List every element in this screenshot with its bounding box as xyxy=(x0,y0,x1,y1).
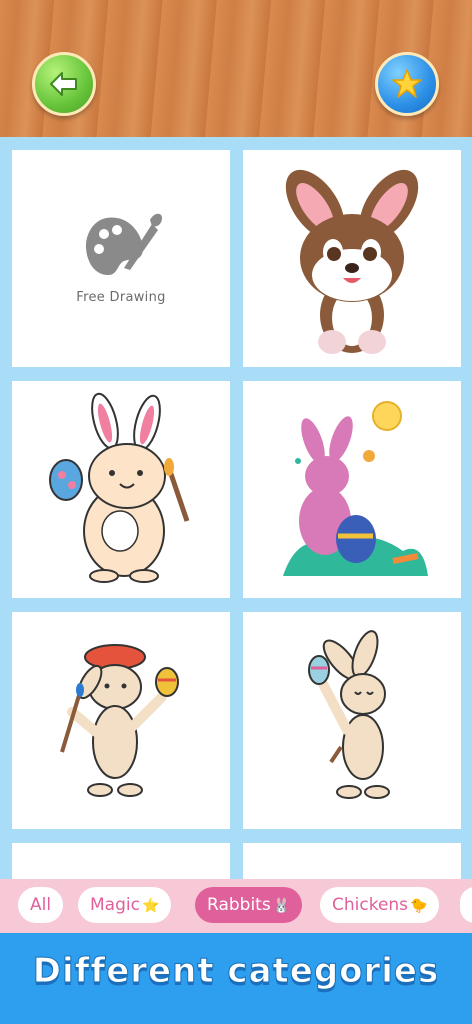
promo-footer: Different categories xyxy=(0,933,472,1024)
pink-bunny-egg-image xyxy=(283,401,428,576)
category-chip-chickens[interactable]: Chickens 🐤 xyxy=(320,887,440,923)
footer-title: Different categories xyxy=(32,951,440,992)
category-chip-rabbits[interactable]: Rabbits 🐰 xyxy=(195,887,303,923)
category-bar: All Magic ⭐ Rabbits 🐰 Chickens 🐤 xyxy=(0,879,472,933)
category-chip-label: All xyxy=(30,895,52,915)
free-drawing-label: Free Drawing xyxy=(76,290,166,305)
bunny-holding-egg-card[interactable] xyxy=(243,612,461,829)
magic-star-button[interactable] xyxy=(375,52,439,116)
category-chip-all[interactable]: All xyxy=(18,887,64,923)
bunny-painter-card[interactable] xyxy=(12,612,230,829)
brown-bunny-card[interactable] xyxy=(243,150,461,367)
wood-header xyxy=(0,0,472,137)
category-chip-more[interactable] xyxy=(460,887,472,923)
chick-icon: 🐤 xyxy=(410,898,428,914)
category-chip-label: Rabbits xyxy=(207,895,271,915)
bunny-painter-image xyxy=(60,644,179,797)
bunny-egg-brush-card[interactable] xyxy=(12,381,230,598)
brown-bunny-image xyxy=(285,169,419,354)
bunny-holding-egg-image xyxy=(308,630,390,799)
back-button[interactable] xyxy=(32,52,96,116)
star-icon: ⭐ xyxy=(141,898,160,914)
category-chip-label: Magic xyxy=(90,895,140,915)
back-arrow-icon xyxy=(50,72,77,96)
pink-bunny-egg-card[interactable] xyxy=(243,381,461,598)
category-chip-label: Chickens xyxy=(332,895,409,915)
free-drawing-card[interactable]: Free Drawing xyxy=(12,150,230,367)
palette-brush-icon xyxy=(85,213,162,276)
next-item-card[interactable] xyxy=(12,843,230,879)
rabbit-icon: 🐰 xyxy=(272,898,291,914)
star-icon xyxy=(392,69,422,98)
bunny-egg-brush-image xyxy=(49,392,190,583)
coloring-grid: Free Drawing xyxy=(0,137,472,879)
next-item-card[interactable] xyxy=(243,843,461,879)
category-chip-magic[interactable]: Magic ⭐ xyxy=(78,887,172,923)
